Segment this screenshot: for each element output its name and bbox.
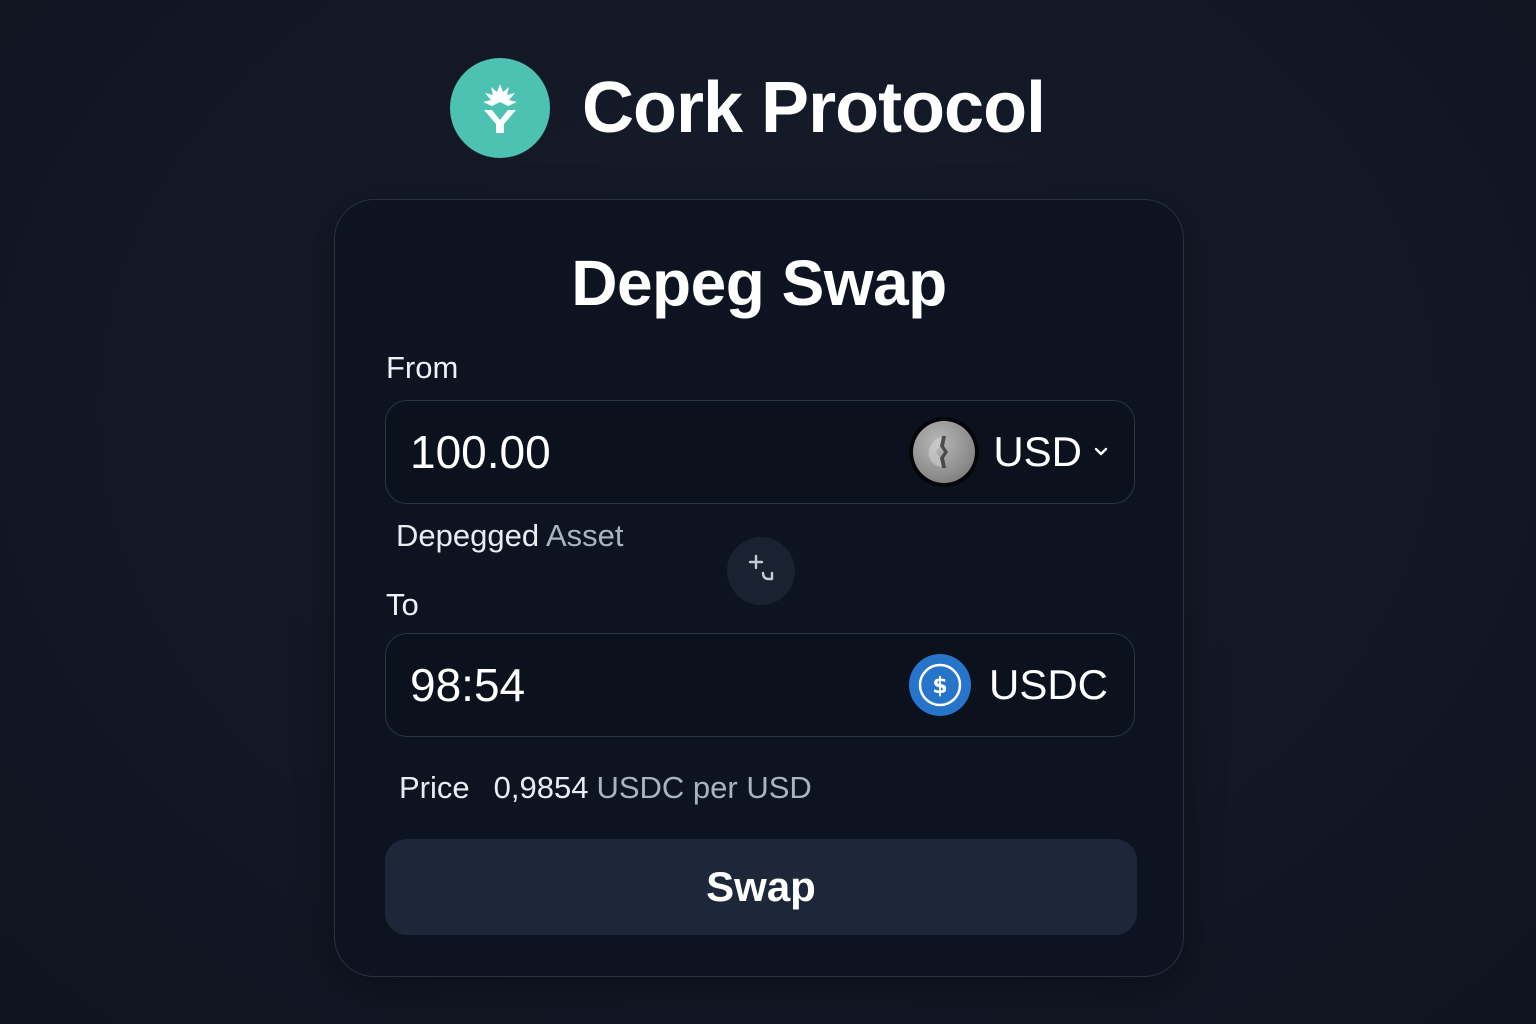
price-label: Price (399, 770, 470, 805)
usd-token-icon (913, 421, 976, 483)
from-label: From (386, 350, 459, 385)
price-unit: USDC per USD (596, 770, 812, 805)
to-token-selector[interactable]: $ USDC (908, 634, 1108, 736)
swap-button[interactable]: Swap (385, 839, 1137, 935)
sub-label-primary: Depegged (396, 518, 540, 553)
from-field: 100.00 USD (385, 400, 1135, 504)
cork-sprout-icon (450, 58, 550, 158)
from-token-selector[interactable]: USD (913, 401, 1108, 503)
price-value: 0,9854 (493, 770, 589, 805)
brand-name: Cork Protocol (582, 68, 1046, 148)
app-header: Cork Protocol (450, 57, 1046, 159)
sub-label-secondary: Asset (545, 518, 624, 553)
swap-card: Depeg Swap From 100.00 USD Depegged Asse… (334, 199, 1184, 977)
to-label: To (386, 587, 419, 622)
card-title: Depeg Swap (571, 247, 947, 319)
usdc-token-icon: $ (908, 654, 971, 716)
to-token-name: USDC (988, 661, 1108, 708)
swap-direction-icon (743, 551, 779, 592)
from-asset-type: Depegged Asset (396, 518, 624, 554)
flip-direction-button[interactable] (727, 537, 795, 605)
from-token-name: USD (993, 428, 1082, 475)
svg-text:$: $ (932, 674, 947, 699)
to-amount-output: 98:54 (410, 659, 526, 711)
price-row: Price 0,9854 USDC per USD (399, 770, 812, 806)
from-amount-input[interactable]: 100.00 (410, 401, 830, 503)
to-field: 98:54 $ USDC (385, 633, 1135, 737)
chevron-down-icon (1094, 445, 1108, 459)
